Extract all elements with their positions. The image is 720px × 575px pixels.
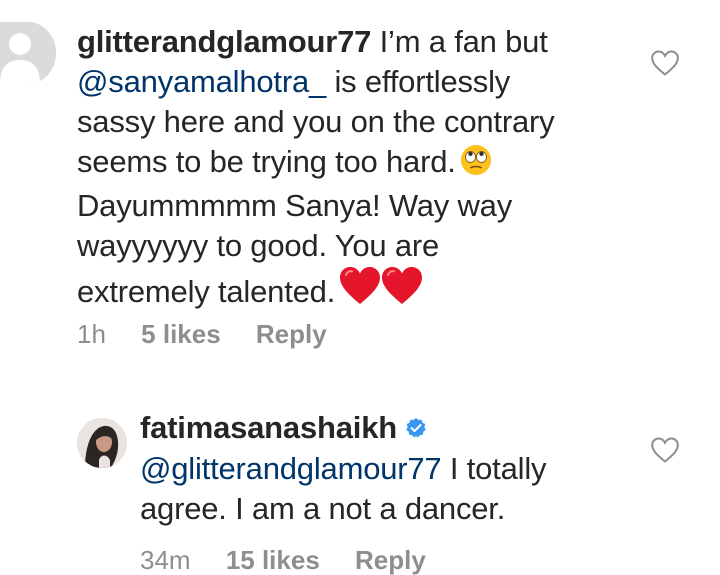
reply-button[interactable]: Reply	[355, 545, 426, 575]
comment-text: agree. I am a not a dancer.	[140, 491, 506, 526]
avatar[interactable]	[77, 418, 127, 468]
comment-text: extremely talented.	[77, 274, 336, 309]
comment-text: I totally	[449, 451, 547, 486]
likes-count-button[interactable]: 5 likes	[141, 319, 221, 349]
comment-body: fatimasanashaikh @glitterandglamour77 I …	[140, 408, 640, 529]
comment-meta: 1h 5 likes Reply	[77, 319, 355, 349]
likes-count-button[interactable]: 15 likes	[226, 545, 320, 575]
comment-text: I’m a fan but	[379, 24, 548, 59]
comment-timestamp: 1h	[77, 319, 106, 349]
like-comment-button[interactable]	[650, 436, 680, 464]
red-heart-icon	[339, 266, 381, 316]
face-with-rolling-eyes-icon	[460, 144, 492, 186]
heart-outline-icon	[651, 50, 679, 76]
comment-timestamp: 34m	[140, 545, 191, 575]
mention-link[interactable]: @glitterandglamour77	[140, 451, 442, 486]
avatar-placeholder[interactable]	[0, 22, 56, 84]
comment-meta: 34m 15 likes Reply	[140, 545, 454, 575]
verified-badge-icon	[405, 409, 427, 449]
comment-text: Dayummmmm Sanya! Way way	[77, 188, 513, 223]
comment-username[interactable]: fatimasanashaikh	[140, 410, 397, 445]
comment-text: seems to be trying too hard.	[77, 144, 456, 179]
comment-text: wayyyyyy to good. You are	[77, 228, 440, 263]
comment-text: is effortlessly	[334, 64, 511, 99]
profile-photo-icon	[77, 418, 127, 468]
reply-button[interactable]: Reply	[256, 319, 327, 349]
avatar-silhouette-icon	[0, 22, 56, 84]
comment-body: glitterandglamour77 I’m a fan but @sanya…	[77, 22, 637, 316]
comment-text: sassy here and you on the contrary	[77, 104, 555, 139]
mention-link[interactable]: @sanyamalhotra_	[77, 64, 326, 99]
comment-username[interactable]: glitterandglamour77	[77, 24, 371, 59]
heart-outline-icon	[651, 437, 679, 463]
like-comment-button[interactable]	[650, 49, 680, 77]
red-heart-icon	[381, 266, 423, 316]
